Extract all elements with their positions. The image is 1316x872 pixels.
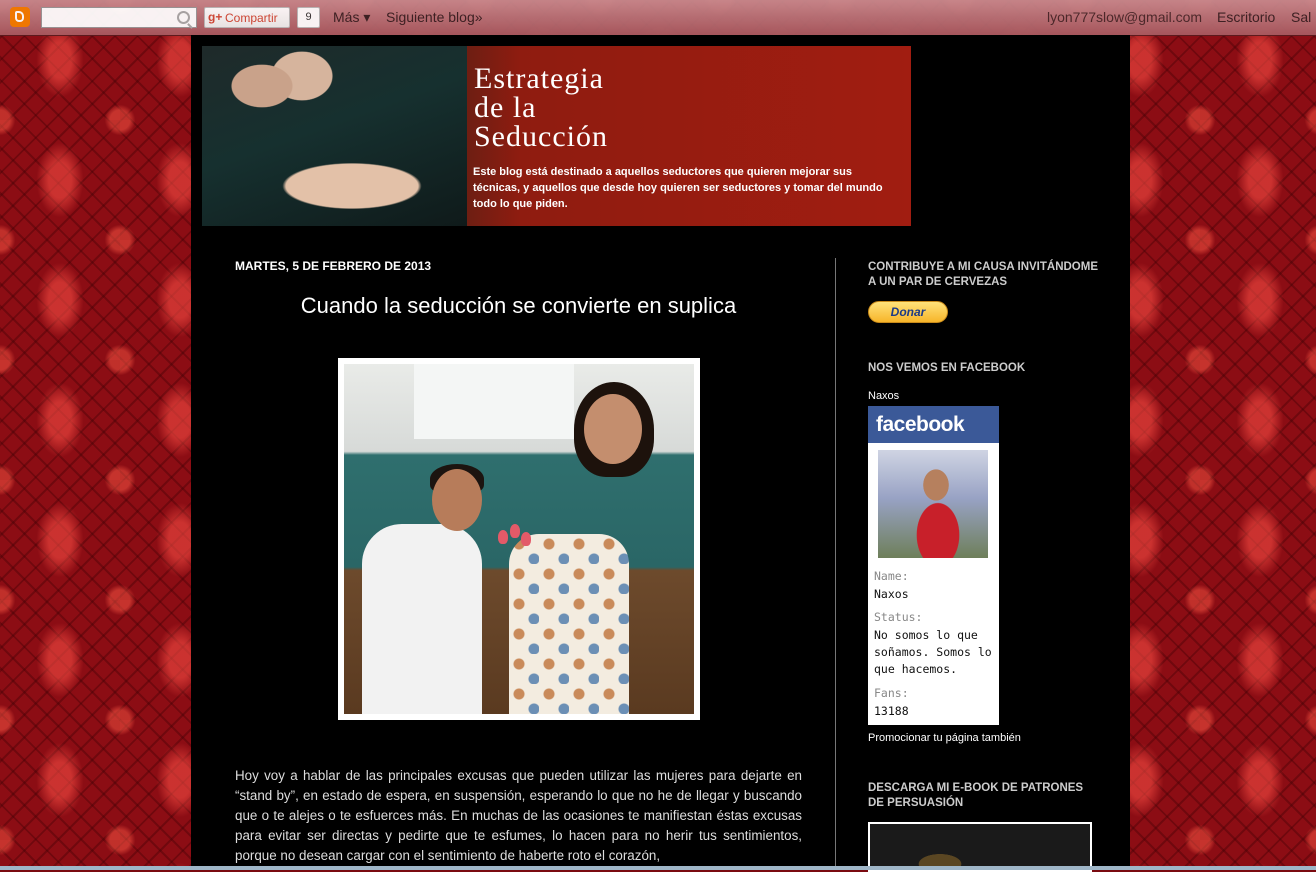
post-body: Hoy voy a hablar de las principales excu… (235, 768, 802, 863)
post-title[interactable]: Cuando la seducción se convierte en supl… (235, 293, 802, 319)
facebook-badge[interactable]: facebook Name: Naxos Status: No somos lo… (868, 406, 999, 725)
facebook-page-link[interactable]: Naxos (868, 390, 899, 402)
window-bottom-edge (0, 866, 1316, 870)
fb-fans-label: Fans: (874, 686, 909, 700)
donate-widget-title: CONTRIBUYE A MI CAUSA INVITÁNDOME A UN P… (868, 261, 1098, 288)
blog-header-banner[interactable]: Estrategia de la Seducción Este blog est… (202, 46, 911, 226)
flowers-icon (494, 524, 534, 584)
facebook-logo: facebook (868, 406, 999, 443)
user-email: lyon777slow@gmail.com (1047, 9, 1203, 25)
fb-fans-value: 13188 (874, 704, 909, 718)
blog-description: Este blog está destinado a aquellos sedu… (473, 166, 883, 210)
fb-status-label: Status: (874, 610, 923, 624)
paypal-donate-button[interactable]: Donar (868, 301, 948, 323)
share-button[interactable]: g+ Compartir (204, 7, 290, 28)
post-photo-couple (344, 364, 694, 714)
blog-title: Estrategia de la Seducción (474, 62, 608, 153)
ebook-cover-image[interactable] (868, 822, 1092, 872)
blogger-logo-icon[interactable] (10, 7, 30, 27)
search-icon[interactable] (177, 11, 190, 24)
blogger-navbar: g+ Compartir 9 Más ▾ Siguiente blog» lyo… (0, 0, 1316, 36)
share-count: 9 (297, 7, 320, 28)
banner-couple-photo (202, 46, 467, 226)
facebook-widget-title: NOS VEMOS EN FACEBOOK (868, 362, 1026, 374)
blog-search-input[interactable] (41, 7, 197, 28)
ebook-widget-title: DESCARGA MI E-BOOK DE PATRONES DE PERSUA… (868, 782, 1084, 809)
post-date: MARTES, 5 DE FEBRERO DE 2013 (235, 259, 432, 273)
fb-name-label: Name: (874, 569, 909, 583)
promote-page-link[interactable]: Promocionar tu página también (868, 732, 1021, 744)
more-menu[interactable]: Más ▾ (333, 9, 370, 26)
column-divider (835, 258, 836, 870)
share-label: Compartir (225, 11, 278, 25)
google-plus-icon: g+ (208, 10, 223, 24)
blog-content-column: Estrategia de la Seducción Este blog est… (191, 35, 1130, 872)
sign-out-link[interactable]: Sal (1291, 9, 1311, 25)
next-blog-link[interactable]: Siguiente blog» (386, 9, 483, 25)
post-image[interactable] (338, 358, 700, 720)
fb-name-value: Naxos (874, 587, 909, 601)
dashboard-link[interactable]: Escritorio (1217, 9, 1275, 25)
facebook-profile-photo (878, 450, 988, 558)
fb-status-value: No somos lo que soñamos. Somos lo que ha… (874, 628, 992, 676)
